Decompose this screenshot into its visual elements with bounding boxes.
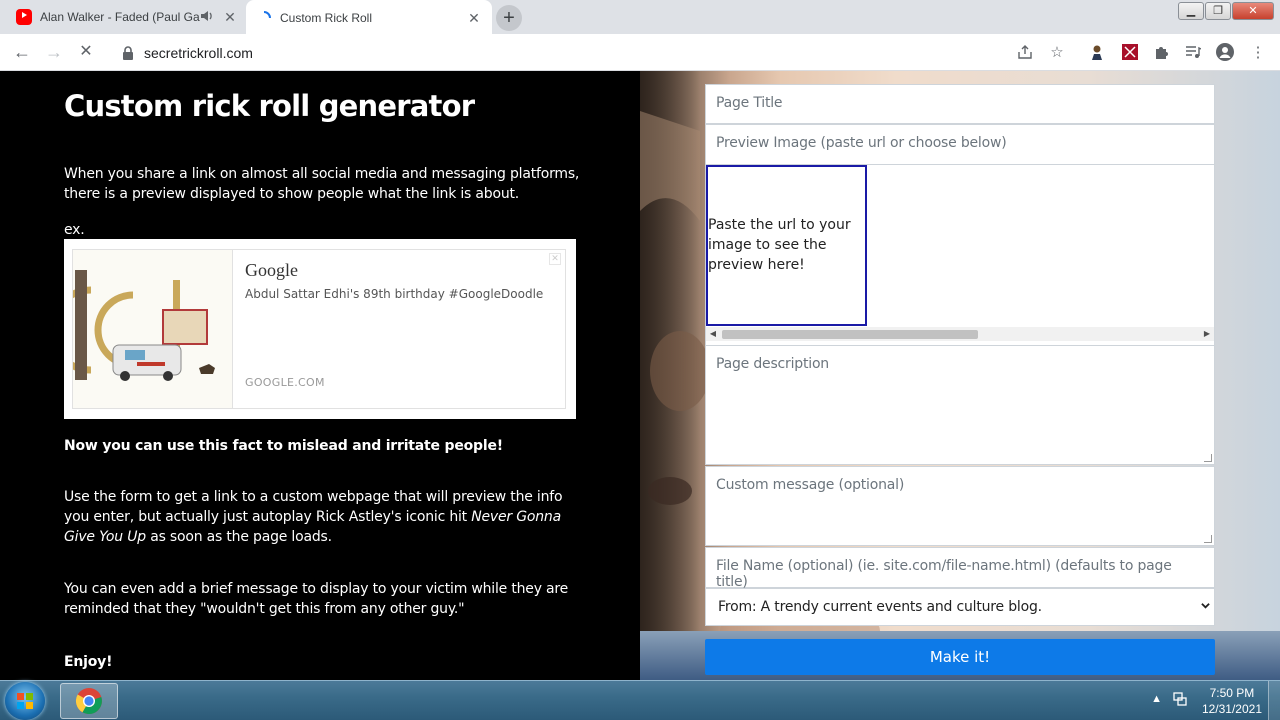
loading-icon [256,10,272,26]
youtube-icon [16,9,32,25]
image-preview-box[interactable]: Paste the url to your image to see the p… [706,165,867,326]
description-placeholder: Page description [716,356,829,372]
preview-card-frame: Google Abdul Sattar Edhi's 89th birthday… [72,249,566,409]
use-form-text-end: as soon as the page loads. [145,529,332,545]
close-tab-icon[interactable]: ✕ [222,9,238,26]
profile-avatar-icon[interactable] [1215,42,1235,62]
url-text: secretrickroll.com [144,44,253,61]
close-tab-icon[interactable]: ✕ [466,10,482,27]
scrollbar-thumb[interactable] [722,330,978,339]
dismiss-icon: ✕ [549,253,561,265]
forward-icon[interactable]: → [42,40,66,64]
page-heading: Custom rick roll generator [64,89,475,123]
scroll-right-arrow-icon[interactable]: ▶ [1202,329,1212,339]
custom-message-textarea[interactable]: Custom message (optional) [705,466,1215,546]
web-page: Custom rick roll generator When you shar… [0,71,1280,680]
tab-strip: Alan Walker - Faded (Paul Ga ✕ Custom Ri… [0,0,1280,36]
mislead-bold: Now you can use this fact to mislead and… [64,438,503,454]
enjoy-bold: Enjoy! [64,654,113,670]
page-description-textarea[interactable]: Page description [705,345,1215,465]
bookmark-star-icon[interactable]: ☆ [1047,42,1067,62]
mislead-text: Now you can use this fact to mislead and… [64,436,584,456]
speaker-icon[interactable] [200,10,216,25]
windows-taskbar: ▲ 7:50 PM 12/31/2021 [0,680,1280,720]
make-it-button[interactable]: Make it! [705,639,1215,675]
share-icon[interactable] [1015,42,1035,62]
close-window-button[interactable]: ✕ [1232,2,1274,20]
intro-paragraph: When you share a link on almost all soci… [64,166,580,202]
use-form-paragraph: Use the form to get a link to a custom w… [64,487,584,547]
resize-handle-icon[interactable] [1204,535,1212,543]
minimize-button[interactable]: ▁ [1178,2,1204,20]
file-name-input[interactable]: File Name (optional) (ie. site.com/file-… [705,547,1215,590]
preview-image-input[interactable]: Preview Image (paste url or choose below… [705,124,1215,165]
extensions-puzzle-icon[interactable] [1151,42,1171,62]
preview-title: Google [245,260,298,280]
tab-youtube[interactable]: Alan Walker - Faded (Paul Ga ✕ [8,0,246,34]
lock-icon [123,45,133,60]
from-selected-value: From: A trendy current events and cultur… [718,599,1042,615]
address-bar[interactable]: secretrickroll.com [112,38,1052,67]
preview-domain: GOOGLE.COM [245,376,325,389]
chrome-icon [75,688,102,715]
tray-expand-icon[interactable]: ▲ [1151,693,1162,705]
custom-message-placeholder: Custom message (optional) [716,477,905,493]
stop-loading-icon[interactable]: ✕ [74,40,98,64]
system-clock[interactable]: 7:50 PM 12/31/2021 [1202,685,1262,717]
tab-title: Custom Rick Roll [280,11,373,25]
google-doodle-image [73,250,233,408]
scroll-left-arrow-icon[interactable]: ◀ [708,329,718,339]
example-link-preview: Google Abdul Sattar Edhi's 89th birthday… [64,239,576,419]
windows-start-icon[interactable] [5,682,45,720]
example-label: ex. [64,222,85,238]
browser-toolbar: ← → ✕ secretrickroll.com ☆ ⋮ [0,34,1280,71]
chevron-down-icon [1201,603,1210,609]
clock-time: 7:50 PM [1209,686,1255,700]
page-title-input[interactable]: Page Title [705,84,1215,124]
horizontal-scrollbar[interactable]: ◀ ▶ [706,327,1214,341]
resize-handle-icon[interactable] [1204,454,1212,462]
network-icon[interactable] [1172,691,1188,710]
back-icon[interactable]: ← [10,40,34,64]
enjoy-text: Enjoy! [64,652,584,672]
info-column: Custom rick roll generator When you shar… [0,71,640,680]
media-queue-icon[interactable] [1183,42,1203,62]
show-desktop-button[interactable] [1268,681,1280,720]
extension-person-icon[interactable] [1087,42,1107,62]
menu-kebab-icon[interactable]: ⋮ [1248,42,1268,62]
tab-title: Alan Walker - Faded (Paul Ga [40,10,200,24]
new-tab-button[interactable]: + [496,5,522,31]
extension-red-icon[interactable] [1120,42,1140,62]
from-select[interactable]: From: A trendy current events and cultur… [705,588,1215,626]
clock-date: 12/31/2021 [1201,702,1262,716]
brief-message-paragraph: You can even add a brief message to disp… [64,581,569,617]
chrome-taskbar-button[interactable] [60,683,118,719]
image-preview-area: Paste the url to your image to see the p… [705,165,1215,345]
tab-custom-rick-roll[interactable]: Custom Rick Roll ✕ [246,0,492,36]
preview-description: Abdul Sattar Edhi's 89th birthday #Googl… [245,287,544,301]
restore-button[interactable]: ❐ [1205,2,1231,20]
